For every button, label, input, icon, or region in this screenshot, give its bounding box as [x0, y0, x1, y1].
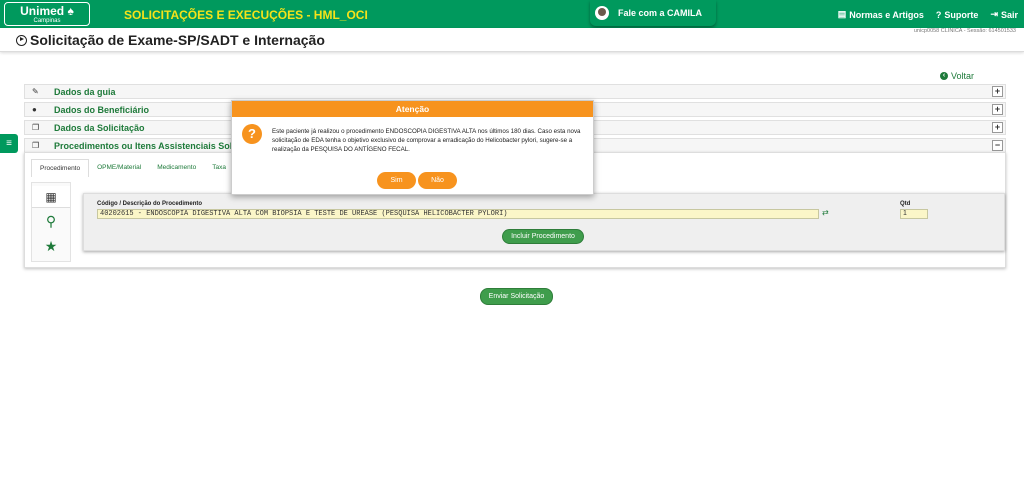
qty-label: Qtd	[900, 201, 911, 207]
avatar-icon	[595, 6, 609, 20]
copy-icon: ❐	[32, 123, 40, 132]
attention-modal: Atenção ? Este paciente já realizou o pr…	[231, 100, 594, 195]
yes-button[interactable]: Sim	[377, 172, 416, 189]
submit-request-button[interactable]: Enviar Solicitação	[480, 288, 553, 305]
page-title: Solicitação de Exame-SP/SADT e Internaçã…	[16, 32, 325, 48]
back-link[interactable]: ‹ Voltar	[940, 71, 974, 81]
tab-medicamento[interactable]: Medicamento	[149, 159, 204, 177]
book-icon: ▤	[837, 9, 847, 19]
section-dados-guia[interactable]: ✎ Dados da guia +	[24, 84, 1006, 99]
suporte-link[interactable]: ? Suporte	[936, 9, 979, 20]
procedure-form: Código / Descrição do Procedimento 40202…	[83, 193, 1005, 251]
page-header: Solicitação de Exame-SP/SADT e Internaçã…	[0, 28, 1024, 52]
procedure-input[interactable]: 40202615 - ENDOSCOPIA DIGESTIVA ALTA COM…	[97, 209, 819, 219]
tab-procedimento[interactable]: Procedimento	[31, 159, 90, 177]
include-procedure-button[interactable]: Incluir Procedimento	[502, 229, 584, 244]
question-icon: ?	[242, 124, 262, 144]
qty-input[interactable]: 1	[900, 209, 928, 219]
tab-opme-material[interactable]: OPME/Material	[89, 159, 149, 177]
expand-button[interactable]: +	[992, 86, 1003, 97]
copy-icon: ❐	[32, 141, 40, 150]
search-icon[interactable]: ⚲	[41, 213, 61, 233]
table-icon[interactable]: ▦	[32, 186, 70, 208]
normas-link[interactable]: ▤ Normas e Artigos	[838, 9, 924, 20]
code-label: Código / Descrição do Procedimento	[97, 201, 203, 207]
top-links: ▤ Normas e Artigos ? Suporte ⇥ Sair	[838, 9, 1018, 20]
modal-title: Atenção	[232, 101, 593, 117]
chat-label: Fale com a CAMILA	[618, 8, 703, 18]
app-title: SOLICITAÇÕES E EXECUÇÕES - HML_OCI	[124, 8, 368, 22]
expand-button[interactable]: +	[992, 104, 1003, 115]
expand-button[interactable]: +	[992, 122, 1003, 133]
swap-icon[interactable]: ⇄	[822, 208, 829, 217]
logo-city: Campinas	[33, 18, 61, 24]
modal-message: Este paciente já realizou o procedimento…	[272, 128, 581, 153]
unimed-tree-icon: ♠	[67, 4, 74, 18]
help-icon: ?	[935, 9, 942, 20]
star-icon[interactable]: ★	[41, 238, 61, 258]
play-circle-icon	[16, 34, 27, 46]
sair-link[interactable]: ⇥ Sair	[990, 9, 1018, 20]
back-circle-icon: ‹	[940, 72, 948, 80]
menu-toggle-button[interactable]: ≡	[0, 134, 18, 153]
top-bar: Unimed ♠ Campinas SOLICITAÇÕES E EXECUÇÕ…	[0, 0, 1024, 28]
logout-icon: ⇥	[990, 9, 998, 19]
session-info: unicp0058 CLINICA - Sessão: 614501533	[913, 28, 1016, 34]
tool-column: ▦ ⚲ ★	[31, 182, 71, 262]
hamburger-icon: ≡	[6, 138, 12, 149]
no-button[interactable]: Não	[418, 172, 457, 189]
collapse-button[interactable]: −	[992, 140, 1003, 151]
item-tabs: Procedimento OPME/Material Medicamento T…	[31, 159, 234, 177]
chat-button[interactable]: Fale com a CAMILA	[590, 0, 716, 26]
unimed-logo[interactable]: Unimed ♠ Campinas	[4, 2, 90, 26]
user-icon: ●	[32, 105, 37, 114]
tab-taxa[interactable]: Taxa	[204, 159, 234, 177]
edit-icon: ✎	[32, 87, 39, 96]
